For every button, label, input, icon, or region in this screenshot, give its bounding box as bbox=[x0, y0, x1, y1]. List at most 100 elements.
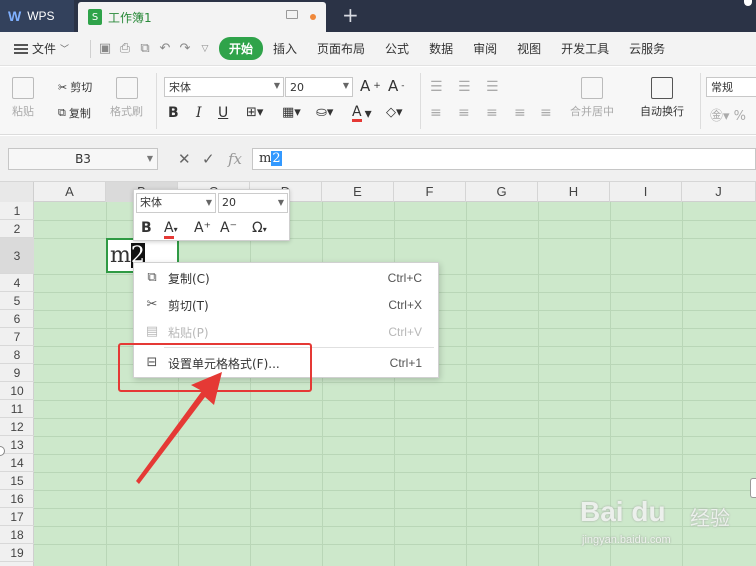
font-color-icon[interactable]: A ▾ bbox=[352, 105, 372, 122]
mini-font-name-select[interactable]: 宋体 ▼ bbox=[136, 193, 216, 213]
row-header[interactable]: 12 bbox=[0, 418, 34, 436]
unsaved-dot-icon[interactable] bbox=[310, 14, 316, 20]
shrink-font-icon[interactable]: A- bbox=[388, 77, 405, 95]
row-header[interactable]: 16 bbox=[0, 490, 34, 508]
tab-formulas[interactable]: 公式 bbox=[375, 40, 419, 57]
name-box[interactable]: B3 ▼ bbox=[8, 148, 158, 170]
font-name-select[interactable]: 宋体 ▼ bbox=[164, 77, 284, 97]
justify-icon[interactable]: ≡ bbox=[514, 105, 526, 121]
mini-grow-font-icon[interactable]: A⁺ bbox=[194, 218, 211, 238]
tab-view[interactable]: 视图 bbox=[507, 40, 551, 57]
new-tab-plus-icon[interactable]: + bbox=[342, 4, 359, 26]
align-top-icon[interactable]: ☰ bbox=[430, 79, 443, 95]
column-header[interactable]: H bbox=[538, 182, 610, 202]
align-bottom-icon[interactable]: ☰ bbox=[486, 79, 499, 95]
copy-label: 复制 bbox=[68, 107, 91, 120]
row-header[interactable]: 4 bbox=[0, 274, 34, 292]
wrap-text-button[interactable]: 自动换行 bbox=[640, 77, 684, 119]
mini-bold-icon[interactable]: B bbox=[141, 218, 152, 238]
row-header[interactable]: 10 bbox=[0, 382, 34, 400]
row-header[interactable]: 9 bbox=[0, 364, 34, 382]
merge-center-button[interactable]: 合并居中 bbox=[570, 77, 614, 119]
align-middle-icon[interactable]: ☰ bbox=[458, 79, 471, 95]
row-header[interactable]: 6 bbox=[0, 310, 34, 328]
row-header[interactable]: 2 bbox=[0, 220, 34, 238]
italic-icon[interactable]: I bbox=[196, 105, 202, 121]
tab-cloud-services[interactable]: 云服务 bbox=[619, 40, 675, 57]
number-format-select[interactable]: 常规 bbox=[706, 77, 756, 97]
print-icon[interactable]: ⎙ bbox=[115, 41, 135, 56]
save-icon[interactable]: ▣ bbox=[95, 41, 115, 56]
workbook-tab[interactable]: S 工作簿1 bbox=[78, 2, 326, 32]
insert-function-icon[interactable]: fx bbox=[228, 150, 242, 168]
tab-page-layout[interactable]: 页面布局 bbox=[307, 40, 375, 57]
row-header[interactable]: 7 bbox=[0, 328, 34, 346]
cell-reference: B3 bbox=[75, 152, 91, 166]
quick-access-dropdown-icon[interactable]: ▽ bbox=[195, 44, 215, 54]
column-header[interactable]: A bbox=[34, 182, 106, 202]
undo-icon[interactable]: ↶ bbox=[155, 41, 175, 56]
format-painter-button[interactable]: 格式刷 bbox=[110, 77, 143, 119]
align-right-icon[interactable]: ≡ bbox=[486, 105, 498, 121]
row-header[interactable]: 11 bbox=[0, 400, 34, 418]
row-header[interactable]: 13 bbox=[0, 436, 34, 454]
row-header[interactable]: 15 bbox=[0, 472, 34, 490]
chevron-down-icon: ▼ bbox=[273, 81, 280, 90]
align-center-icon[interactable]: ≡ bbox=[458, 105, 470, 121]
row-header[interactable]: 18 bbox=[0, 526, 34, 544]
column-header[interactable]: J bbox=[682, 182, 756, 202]
cut-button[interactable]: ✂ 剪切 bbox=[58, 79, 92, 95]
font-size-select[interactable]: 20 ▼ bbox=[285, 77, 353, 97]
file-menu-label: 文件 bbox=[32, 42, 57, 56]
tab-insert[interactable]: 插入 bbox=[263, 40, 307, 57]
eraser-icon[interactable]: ◇▾ bbox=[386, 105, 403, 120]
tab-developer[interactable]: 开发工具 bbox=[551, 40, 619, 57]
mini-symbol-icon[interactable]: Ω▾ bbox=[252, 218, 267, 238]
fill-color-icon[interactable]: ⛀▾ bbox=[316, 105, 333, 120]
row-header[interactable]: 8 bbox=[0, 346, 34, 364]
gridline bbox=[34, 418, 756, 419]
mini-font-size-select[interactable]: 20 ▼ bbox=[218, 193, 288, 213]
grow-font-icon[interactable]: A + bbox=[360, 77, 381, 95]
select-all-corner[interactable] bbox=[0, 182, 34, 202]
copy-button[interactable]: ⧉ 复制 bbox=[58, 105, 91, 121]
row-header[interactable]: 19 bbox=[0, 544, 34, 562]
tab-review[interactable]: 审阅 bbox=[463, 40, 507, 57]
bold-icon[interactable]: B bbox=[168, 105, 179, 121]
chevron-down-icon: ▼ bbox=[205, 198, 212, 207]
column-header[interactable]: I bbox=[610, 182, 682, 202]
tab-data[interactable]: 数据 bbox=[419, 40, 463, 57]
mini-shrink-font-icon[interactable]: A⁻ bbox=[220, 218, 237, 238]
context-menu-copy[interactable]: ⧉ 复制(C) Ctrl+C bbox=[134, 265, 440, 291]
row-header[interactable]: 17 bbox=[0, 508, 34, 526]
monitor-icon[interactable] bbox=[286, 10, 298, 19]
redo-icon[interactable]: ↷ bbox=[175, 41, 195, 56]
row-header[interactable]: 5 bbox=[0, 292, 34, 310]
underline-icon[interactable]: U bbox=[218, 105, 228, 121]
column-header[interactable]: E bbox=[322, 182, 394, 202]
column-header[interactable]: F bbox=[394, 182, 466, 202]
confirm-check-icon[interactable]: ✓ bbox=[202, 150, 215, 168]
paste-button[interactable]: 粘贴 bbox=[12, 77, 34, 119]
ribbon-divider bbox=[156, 73, 157, 129]
cancel-x-icon[interactable]: ✕ bbox=[178, 150, 191, 168]
file-menu-button[interactable]: 文件 ﹀ bbox=[0, 40, 86, 57]
row-header[interactable]: 1 bbox=[0, 202, 34, 220]
row-header[interactable]: 3 bbox=[0, 238, 34, 274]
formula-input[interactable]: m2 bbox=[252, 148, 756, 170]
wps-home-tab[interactable]: W WPS bbox=[0, 0, 74, 32]
context-menu-cut[interactable]: ✂ 剪切(T) Ctrl+X bbox=[134, 292, 440, 318]
print-preview-icon[interactable]: ⧉ bbox=[135, 41, 155, 56]
borders-icon[interactable]: ⊞▾ bbox=[246, 105, 263, 120]
distributed-icon[interactable]: ≡ bbox=[540, 105, 552, 121]
mini-font-color-icon[interactable]: A▾ bbox=[164, 218, 178, 239]
currency-format-icon[interactable]: ㊎▾ % bbox=[710, 105, 746, 124]
gridline bbox=[34, 400, 756, 401]
cell-fill-icon[interactable]: ▦▾ bbox=[282, 105, 301, 120]
align-left-icon[interactable]: ≡ bbox=[430, 105, 442, 121]
tab-home[interactable]: 开始 bbox=[219, 37, 264, 60]
column-header[interactable]: G bbox=[466, 182, 538, 202]
window-control-icon[interactable] bbox=[744, 0, 752, 6]
scroll-handle[interactable] bbox=[750, 478, 756, 498]
row-header[interactable]: 14 bbox=[0, 454, 34, 472]
